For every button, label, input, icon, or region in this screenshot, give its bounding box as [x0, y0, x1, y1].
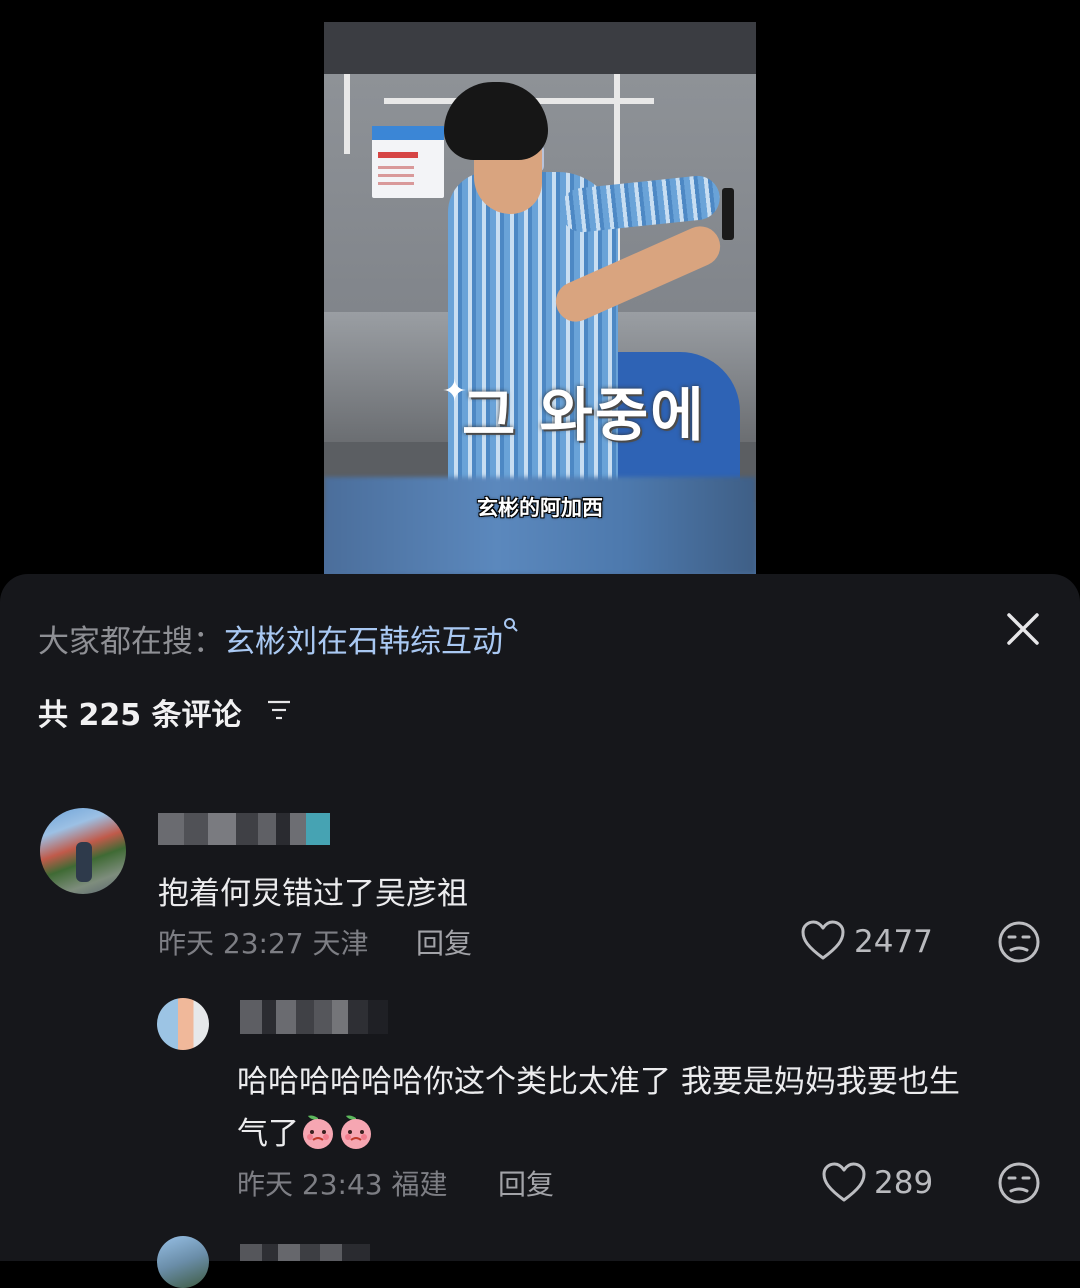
comments-sheet [0, 574, 1080, 1261]
video-overlay-text: 그 와중에 [462, 381, 706, 449]
phone-in-hand [722, 188, 734, 240]
close-icon[interactable] [1002, 608, 1044, 650]
comment-text: 抱着何炅错过了吴彦祖 [158, 876, 468, 912]
peach-emoji-icon [299, 1112, 337, 1150]
comment-time: 昨天 23:27 [158, 927, 304, 960]
comment-text-line1: 哈哈哈哈哈哈你这个类比太准了 我要是妈妈我要也生 [237, 1064, 960, 1100]
pipe [344, 74, 350, 154]
trending-search-prefix: 大家都在搜： [38, 624, 224, 660]
wall-poster [372, 126, 544, 198]
like-count: 289 [874, 1165, 934, 1201]
username-blurred[interactable] [240, 1244, 370, 1261]
comment-time: 昨天 23:43 [237, 1168, 383, 1201]
sort-filter-icon[interactable] [266, 698, 292, 722]
comment-count: 共 225 条评论 [38, 698, 242, 733]
avatar[interactable] [157, 998, 209, 1050]
comment-text-line2-text: 气了 [237, 1116, 299, 1152]
comment-location: 福建 [391, 1168, 448, 1201]
peach-emoji-icon [337, 1112, 375, 1150]
username-blurred[interactable] [158, 813, 330, 845]
trending-search-term[interactable]: 玄彬刘在石韩综互动 [224, 624, 503, 660]
reply-button[interactable]: 回复 [498, 1163, 554, 1203]
comment-location: 天津 [312, 927, 369, 960]
avatar[interactable] [157, 1236, 209, 1288]
video-caption: 玄彬的阿加西 [477, 496, 603, 520]
avatar[interactable] [40, 808, 126, 894]
video-top-blur [324, 22, 756, 74]
unamused-face-icon[interactable] [997, 920, 1041, 968]
reply-button[interactable]: 回复 [416, 922, 472, 962]
unamused-face-icon[interactable] [997, 1161, 1041, 1209]
like-count: 2477 [854, 924, 933, 960]
comment-meta: 昨天 23:43 福建 [237, 1163, 448, 1203]
comment-text-line2: 气了 [237, 1108, 375, 1153]
trending-search[interactable]: 大家都在搜：玄彬刘在石韩综互动 [38, 616, 519, 661]
username-blurred[interactable] [240, 1000, 400, 1034]
heart-outline-icon[interactable] [821, 1162, 867, 1208]
heart-outline-icon[interactable] [800, 920, 846, 966]
comment-meta: 昨天 23:27 天津 [158, 922, 369, 962]
search-magnifier-icon [503, 616, 519, 640]
video-player[interactable]: ✦ 그 와중에 玄彬的阿加西 [324, 22, 756, 574]
